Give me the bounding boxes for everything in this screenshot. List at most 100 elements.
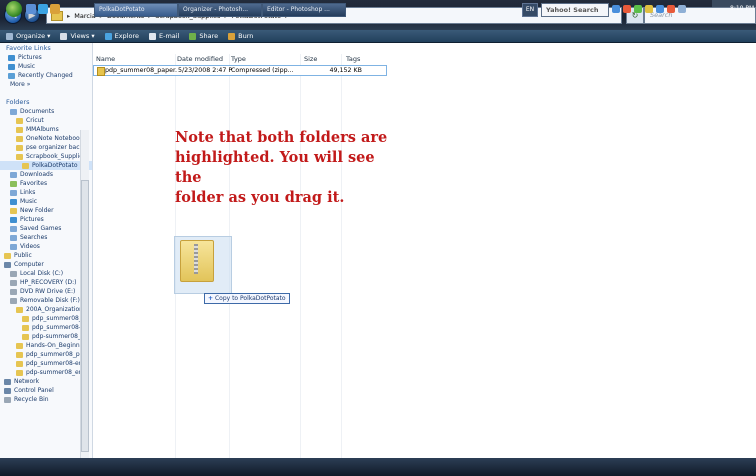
folder-icon <box>10 243 17 250</box>
tray-icon[interactable] <box>667 5 675 13</box>
folder-tree-item[interactable]: Cricut <box>0 116 92 125</box>
folder-icon <box>16 117 23 124</box>
folder-tree-item[interactable]: Pictures <box>0 215 92 224</box>
folder-tree-item[interactable]: HP_RECOVERY (D:) <box>0 278 92 287</box>
folder-icon <box>16 360 23 367</box>
folder-tree-item[interactable]: Documents <box>0 107 92 116</box>
folder-tree-item[interactable]: pdp_summer08_pa <box>0 350 92 359</box>
desktop-icon[interactable] <box>26 4 36 14</box>
taskbar-button[interactable]: Organizer - Photosh... <box>178 3 262 17</box>
favorite-link[interactable]: Music <box>0 62 92 71</box>
folder-label: pdp_summer08_pa <box>26 351 84 358</box>
folder-label: Network <box>14 378 40 385</box>
folders-heading[interactable]: Folders <box>0 97 92 107</box>
file-row[interactable]: pdp_summer08_paper... 5/23/2008 2:47 PM … <box>93 65 387 76</box>
app-icon[interactable] <box>50 4 60 14</box>
folder-tree-item[interactable]: pse organizer back <box>0 143 92 152</box>
browser-icon[interactable] <box>38 4 48 14</box>
favorite-link[interactable]: Pictures <box>0 53 92 62</box>
folder-tree-item[interactable]: pdp_summer08- <box>0 323 92 332</box>
folder-tree-item[interactable]: Public <box>0 251 92 260</box>
folder-tree-item[interactable]: Favorites <box>0 179 92 188</box>
folder-tree-item[interactable]: Computer <box>0 260 92 269</box>
folder-icon <box>4 261 11 268</box>
file-type: Compressed (zipp... <box>231 67 294 74</box>
folder-label: New Folder <box>20 207 54 214</box>
yahoo-search-box[interactable]: Yahoo! Search <box>541 3 609 17</box>
toolbar-button[interactable]: Share <box>189 32 218 40</box>
folder-tree-item[interactable]: Network <box>0 377 92 386</box>
folder-label: Computer <box>14 261 44 268</box>
folder-tree-item[interactable]: Local Disk (C:) <box>0 269 92 278</box>
tray-icon[interactable] <box>623 5 631 13</box>
folder-label: Videos <box>20 243 40 250</box>
folder-icon <box>4 252 11 259</box>
column-date[interactable]: Date modified <box>174 54 230 64</box>
folder-tree-item[interactable]: Searches <box>0 233 92 242</box>
folder-icon <box>16 306 23 313</box>
tray-icon[interactable] <box>678 5 686 13</box>
toolbar-label: Burn <box>238 32 254 40</box>
folder-tree-item[interactable]: OneNote Noteboo <box>0 134 92 143</box>
toolbar-button[interactable]: Views ▾ <box>60 32 95 40</box>
folder-icon <box>16 369 23 376</box>
folder-label: Searches <box>20 234 48 241</box>
folder-tree-item[interactable]: PolkaDotPotato <box>0 161 92 170</box>
toolbar-button[interactable]: E-mail <box>149 32 179 40</box>
command-toolbar: Organize ▾ Views ▾ Explore E-mail Share Burn <box>0 30 756 43</box>
folder-icon <box>10 180 17 187</box>
folder-tree-item[interactable]: pdp-summer08_er <box>0 368 92 377</box>
more-link[interactable]: More » <box>0 80 92 89</box>
folder-label: pdp_summer08- <box>32 324 82 331</box>
toolbar-icon <box>149 32 156 40</box>
folder-tree-item[interactable]: Recycle Bin <box>0 395 92 404</box>
folder-icon <box>10 108 17 115</box>
start-button[interactable] <box>6 1 22 17</box>
folder-label: Removable Disk (F:) <box>20 297 80 304</box>
folder-tree-item[interactable]: pdp_summer08_ <box>0 314 92 323</box>
system-tray[interactable] <box>612 3 742 15</box>
folder-tree-item[interactable]: New Folder <box>0 206 92 215</box>
folder-tree-item[interactable]: 200A_Organization <box>0 305 92 314</box>
folder-tree-item[interactable]: Links <box>0 188 92 197</box>
folder-label: Hands-On_Beginn <box>26 342 80 349</box>
column-tags[interactable]: Tags <box>343 54 376 64</box>
folder-tree-item[interactable]: Control Panel <box>0 386 92 395</box>
quick-launch[interactable] <box>26 4 86 14</box>
folder-tree-item[interactable]: Videos <box>0 242 92 251</box>
folder-tree-item[interactable]: MMAlbums <box>0 125 92 134</box>
folder-tree-item[interactable]: pdp_summer08-er <box>0 359 92 368</box>
folder-tree-item[interactable]: Downloads <box>0 170 92 179</box>
column-name[interactable]: Name <box>93 54 176 64</box>
folder-icon <box>10 171 17 178</box>
folder-tree-item[interactable]: pdp-summer08_ <box>0 332 92 341</box>
tray-icon[interactable] <box>634 5 642 13</box>
yahoo-search-label: Yahoo! Search <box>546 6 599 14</box>
file-size: 49,152 KB <box>329 67 362 74</box>
column-type[interactable]: Type <box>228 54 287 64</box>
toolbar-button[interactable]: Explore <box>104 32 139 40</box>
tray-icon[interactable] <box>612 5 620 13</box>
taskbar-button[interactable]: PolkaDotPotato <box>94 3 178 17</box>
tray-icon[interactable] <box>656 5 664 13</box>
toolbar-button[interactable]: Organize ▾ <box>6 32 50 40</box>
folder-tree-item[interactable]: Hands-On_Beginn <box>0 341 92 350</box>
folder-icon <box>10 207 17 214</box>
favorite-label: Pictures <box>18 54 42 61</box>
folder-tree-item[interactable]: Removable Disk (F:) <box>0 296 92 305</box>
column-size[interactable]: Size <box>301 54 344 64</box>
favorite-link[interactable]: Recently Changed <box>0 71 92 80</box>
folder-tree-item[interactable]: Saved Games <box>0 224 92 233</box>
folder-tree-item[interactable]: DVD RW Drive (E:) <box>0 287 92 296</box>
folder-tree-item[interactable]: Scrapbook_Supplie <box>0 152 92 161</box>
language-indicator[interactable]: EN <box>522 3 538 17</box>
toolbar-button[interactable]: Burn <box>228 32 253 40</box>
favorite-label: Recently Changed <box>18 72 73 79</box>
nav-scrollbar-thumb[interactable] <box>81 180 89 452</box>
folder-tree-item[interactable]: Music <box>0 197 92 206</box>
taskbar-button[interactable]: Editor - Photoshop ... <box>262 3 346 17</box>
taskbar-tasks: PolkaDotPotato Organizer - Photosh... Edit… <box>94 0 346 18</box>
clock[interactable]: 8:10 PM <box>730 3 754 15</box>
tray-icon[interactable] <box>645 5 653 13</box>
column-divider <box>300 54 301 469</box>
